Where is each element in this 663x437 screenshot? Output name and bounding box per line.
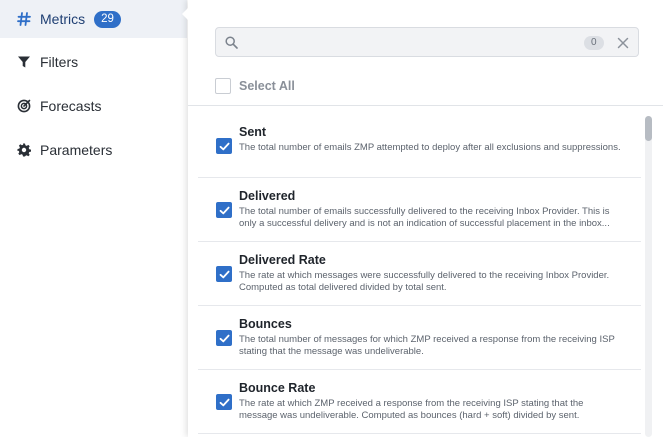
scrollbar-thumb[interactable] [645, 116, 652, 141]
metric-title: Delivered Rate [239, 253, 326, 267]
metrics-panel: 0 Select All Sent The total number of em… [188, 0, 663, 437]
sidebar-item-label: Parameters [40, 142, 113, 158]
panel-pointer [182, 7, 189, 21]
metric-description: The total number of messages for which Z… [239, 334, 615, 357]
hash-icon [17, 12, 31, 26]
checkbox[interactable] [215, 78, 231, 94]
metric-description: The rate at which ZMP received a respons… [239, 398, 584, 421]
metric-title: Sent [239, 125, 267, 139]
search-icon [225, 36, 238, 49]
result-count-badge: 0 [584, 36, 604, 50]
list-item[interactable]: Bounces The total number of messages for… [198, 306, 641, 370]
sidebar-item-label: Metrics [40, 11, 86, 27]
checkbox-checked[interactable] [216, 330, 232, 346]
gear-icon [17, 143, 31, 157]
metric-description: The total number of emails successfully … [239, 206, 610, 229]
scrollbar[interactable] [645, 116, 652, 437]
sidebar-item-filters[interactable]: Filters [0, 43, 187, 81]
metrics-list: Sent The total number of emails ZMP atte… [198, 114, 641, 437]
checkbox-checked[interactable] [216, 138, 232, 154]
count-badge: 29 [94, 10, 121, 28]
metric-description: The total number of emails ZMP attempted… [239, 142, 621, 153]
sidebar-item-label: Forecasts [40, 98, 102, 114]
sidebar-item-parameters[interactable]: Parameters [0, 131, 187, 169]
metric-title: Bounce Rate [239, 381, 316, 395]
radar-icon [17, 99, 31, 113]
search-input[interactable] [246, 32, 576, 52]
metric-title: Bounces [239, 317, 292, 331]
metric-title: Delivered [239, 189, 296, 203]
list-item[interactable]: Delivered Rate The rate at which message… [198, 242, 641, 306]
sidebar: Metrics 29 Filters Forecasts Parameters [0, 0, 190, 437]
metric-description: The rate at which messages were successf… [239, 270, 610, 293]
checkbox-checked[interactable] [216, 394, 232, 410]
checkbox-checked[interactable] [216, 202, 232, 218]
search-box: 0 [215, 27, 639, 57]
select-all-checkbox[interactable]: Select All [215, 76, 295, 96]
sidebar-item-label: Filters [40, 54, 79, 70]
list-item[interactable]: Bounce Rate The rate at which ZMP receiv… [198, 370, 641, 434]
divider [188, 105, 663, 106]
close-icon[interactable] [617, 36, 629, 49]
list-item[interactable]: Sent The total number of emails ZMP atte… [198, 114, 641, 178]
filter-icon [17, 55, 31, 69]
list-item[interactable]: Delivered The total number of emails suc… [198, 178, 641, 242]
select-all-label: Select All [239, 79, 295, 93]
checkbox-checked[interactable] [216, 266, 232, 282]
sidebar-item-forecasts[interactable]: Forecasts [0, 87, 187, 125]
sidebar-item-metrics[interactable]: Metrics 29 [0, 0, 187, 38]
